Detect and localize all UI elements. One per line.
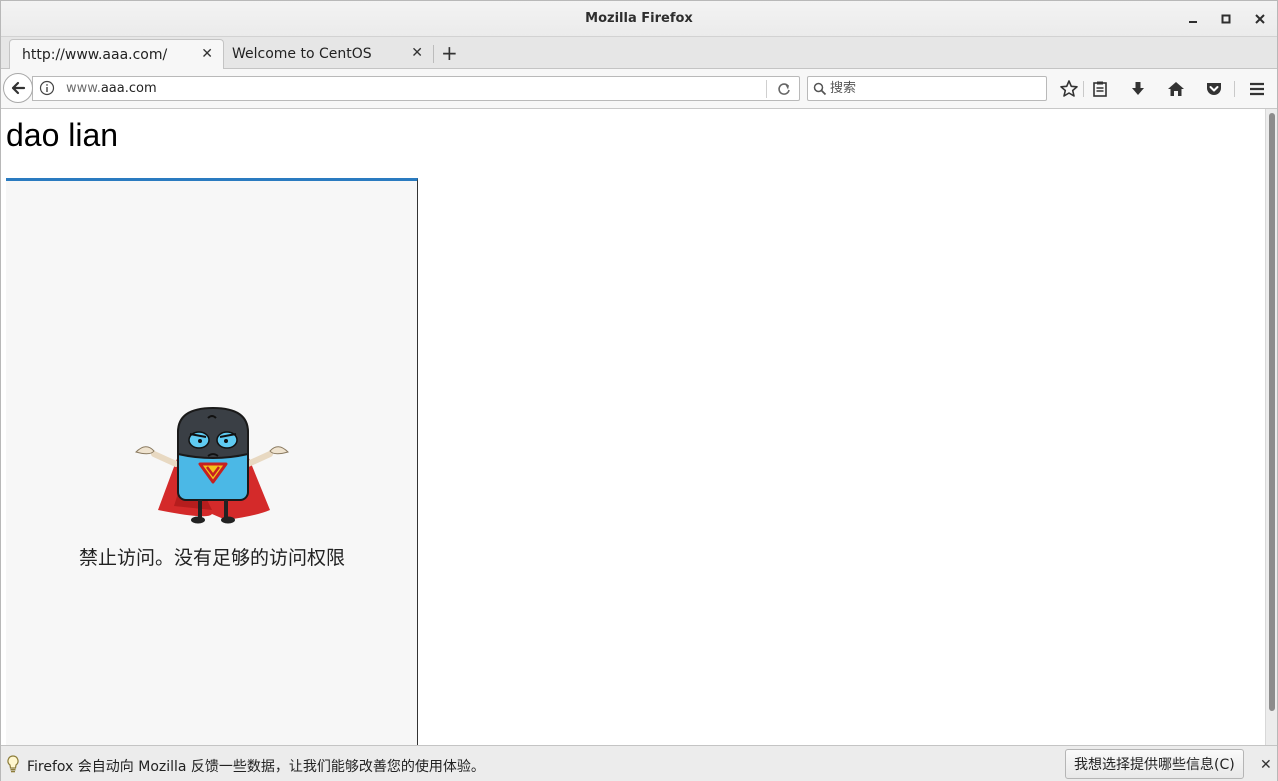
tab-divider xyxy=(433,45,434,63)
maximize-icon xyxy=(1221,14,1231,24)
search-bar[interactable] xyxy=(807,76,1047,101)
tab-aaa[interactable]: http://www.aaa.com/ ✕ xyxy=(9,39,224,70)
access-denied-message: 禁止访问。没有足够的访问权限 xyxy=(78,547,345,569)
new-tab-button[interactable]: + xyxy=(441,42,458,64)
home-icon[interactable] xyxy=(1165,78,1187,100)
mascot-illustration xyxy=(135,406,289,524)
page-heading: dao lian xyxy=(6,117,119,153)
close-window-button[interactable] xyxy=(1250,9,1270,29)
url-domain: aaa.com xyxy=(100,81,157,96)
reading-list-icon[interactable] xyxy=(1089,78,1111,100)
tab-close-icon[interactable]: ✕ xyxy=(201,46,213,62)
pocket-icon[interactable] xyxy=(1203,78,1225,100)
page-content: dao lian 禁止访问。没有足够的访问权限 xyxy=(1,109,1265,745)
choose-data-button[interactable]: 我想选择提供哪些信息(C) xyxy=(1065,749,1244,779)
bookmark-star-icon[interactable] xyxy=(1058,78,1080,100)
close-icon xyxy=(1255,14,1265,24)
toolbar-divider xyxy=(1083,81,1084,97)
embedded-frame: 禁止访问。没有足够的访问权限 xyxy=(6,178,418,745)
browser-window: Mozilla Firefox http://www.aaa.com/ ✕ We… xyxy=(0,0,1278,781)
tab-strip: http://www.aaa.com/ ✕ Welcome to CentOS … xyxy=(1,37,1277,70)
tab-label: Welcome to CentOS xyxy=(232,46,372,62)
lightbulb-icon xyxy=(6,755,20,777)
reload-icon[interactable] xyxy=(775,80,793,102)
vertical-scrollbar[interactable] xyxy=(1265,109,1277,745)
back-button[interactable] xyxy=(3,73,33,103)
notification-bar: Firefox 会自动向 Mozilla 反馈一些数据，让我们能够改善您的使用体… xyxy=(1,745,1277,781)
menu-icon[interactable] xyxy=(1246,78,1268,100)
minimize-icon xyxy=(1189,21,1197,23)
back-arrow-icon xyxy=(11,81,26,95)
tab-centos[interactable]: Welcome to CentOS ✕ xyxy=(220,39,433,69)
tab-close-icon[interactable]: ✕ xyxy=(411,45,423,61)
url-separator xyxy=(766,80,767,98)
url-text: www.aaa.com xyxy=(66,81,157,96)
scrollbar-thumb[interactable] xyxy=(1269,113,1275,711)
toolbar-divider xyxy=(1234,81,1235,97)
downloads-icon[interactable] xyxy=(1127,78,1149,100)
tab-label: http://www.aaa.com/ xyxy=(22,47,168,63)
window-title: Mozilla Firefox xyxy=(585,11,693,26)
url-prefix: www. xyxy=(66,81,101,96)
close-notification-icon[interactable]: ✕ xyxy=(1260,757,1272,773)
notification-message: Firefox 会自动向 Mozilla 反馈一些数据，让我们能够改善您的使用体… xyxy=(27,759,485,775)
navigation-toolbar: www.aaa.com xyxy=(1,69,1277,109)
title-bar: Mozilla Firefox xyxy=(1,1,1277,37)
search-input[interactable] xyxy=(830,79,1040,98)
site-info-icon[interactable] xyxy=(39,80,55,100)
minimize-button[interactable] xyxy=(1183,9,1203,29)
url-bar[interactable]: www.aaa.com xyxy=(32,76,800,101)
search-icon xyxy=(813,81,827,100)
maximize-button[interactable] xyxy=(1216,9,1236,29)
